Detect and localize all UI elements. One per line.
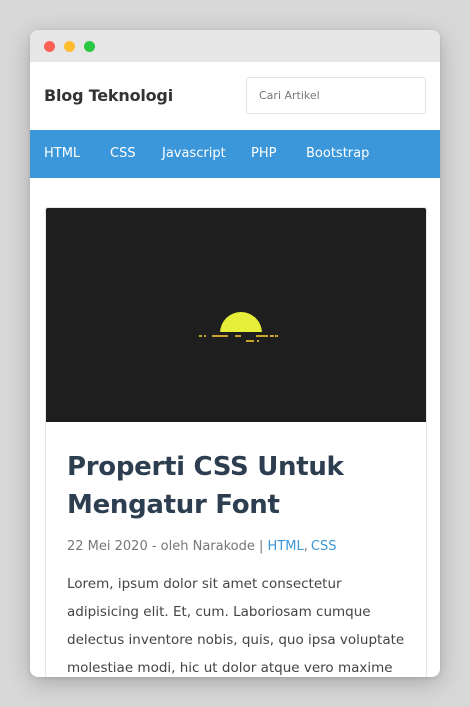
meta-separator: | [254, 539, 268, 554]
ground-line [257, 340, 259, 342]
maximize-window-button[interactable] [84, 41, 95, 52]
post-title[interactable]: Properti CSS Untuk Mengatur Font [67, 448, 407, 524]
post-meta: 22 Mei 2020 - oleh Narakode | HTML, CSS [67, 539, 336, 554]
post-author: Narakode [192, 539, 255, 554]
sun-shape [220, 312, 262, 333]
ground-line [256, 335, 268, 337]
close-window-button[interactable] [44, 41, 55, 52]
author-prefix: - oleh [147, 539, 193, 554]
ground-line [212, 335, 228, 337]
post-card: Properti CSS Untuk Mengatur Font 22 Mei … [45, 207, 427, 677]
minimize-window-button[interactable] [64, 41, 75, 52]
ground-line [235, 335, 241, 337]
nav-item-php[interactable]: PHP [251, 146, 276, 161]
nav-item-javascript[interactable]: Javascript [162, 146, 226, 161]
category-link-html[interactable]: HTML [268, 539, 304, 554]
nav-item-css[interactable]: CSS [110, 146, 136, 161]
browser-window: Blog Teknologi HTML CSS Javascript PHP B… [30, 30, 440, 677]
main-nav: HTML CSS Javascript PHP Bootstrap [30, 130, 440, 178]
search-input[interactable] [246, 77, 426, 114]
ground-line [246, 340, 254, 342]
ground-line [270, 335, 274, 337]
nav-item-html[interactable]: HTML [44, 146, 80, 161]
post-date: 22 Mei 2020 [67, 539, 148, 554]
post-excerpt: Lorem, ipsum dolor sit amet consectetur … [67, 576, 405, 676]
window-titlebar [30, 30, 440, 62]
ground-line [199, 335, 202, 337]
site-header: Blog Teknologi [30, 62, 440, 130]
sunset-illustration [199, 312, 278, 342]
site-title[interactable]: Blog Teknologi [44, 86, 173, 105]
nav-item-bootstrap[interactable]: Bootstrap [306, 146, 369, 161]
category-link-css[interactable]: CSS [311, 539, 337, 554]
ground-line [275, 335, 278, 337]
category-separator: , [303, 539, 308, 554]
post-thumbnail[interactable] [46, 208, 426, 422]
ground-line [204, 335, 206, 337]
